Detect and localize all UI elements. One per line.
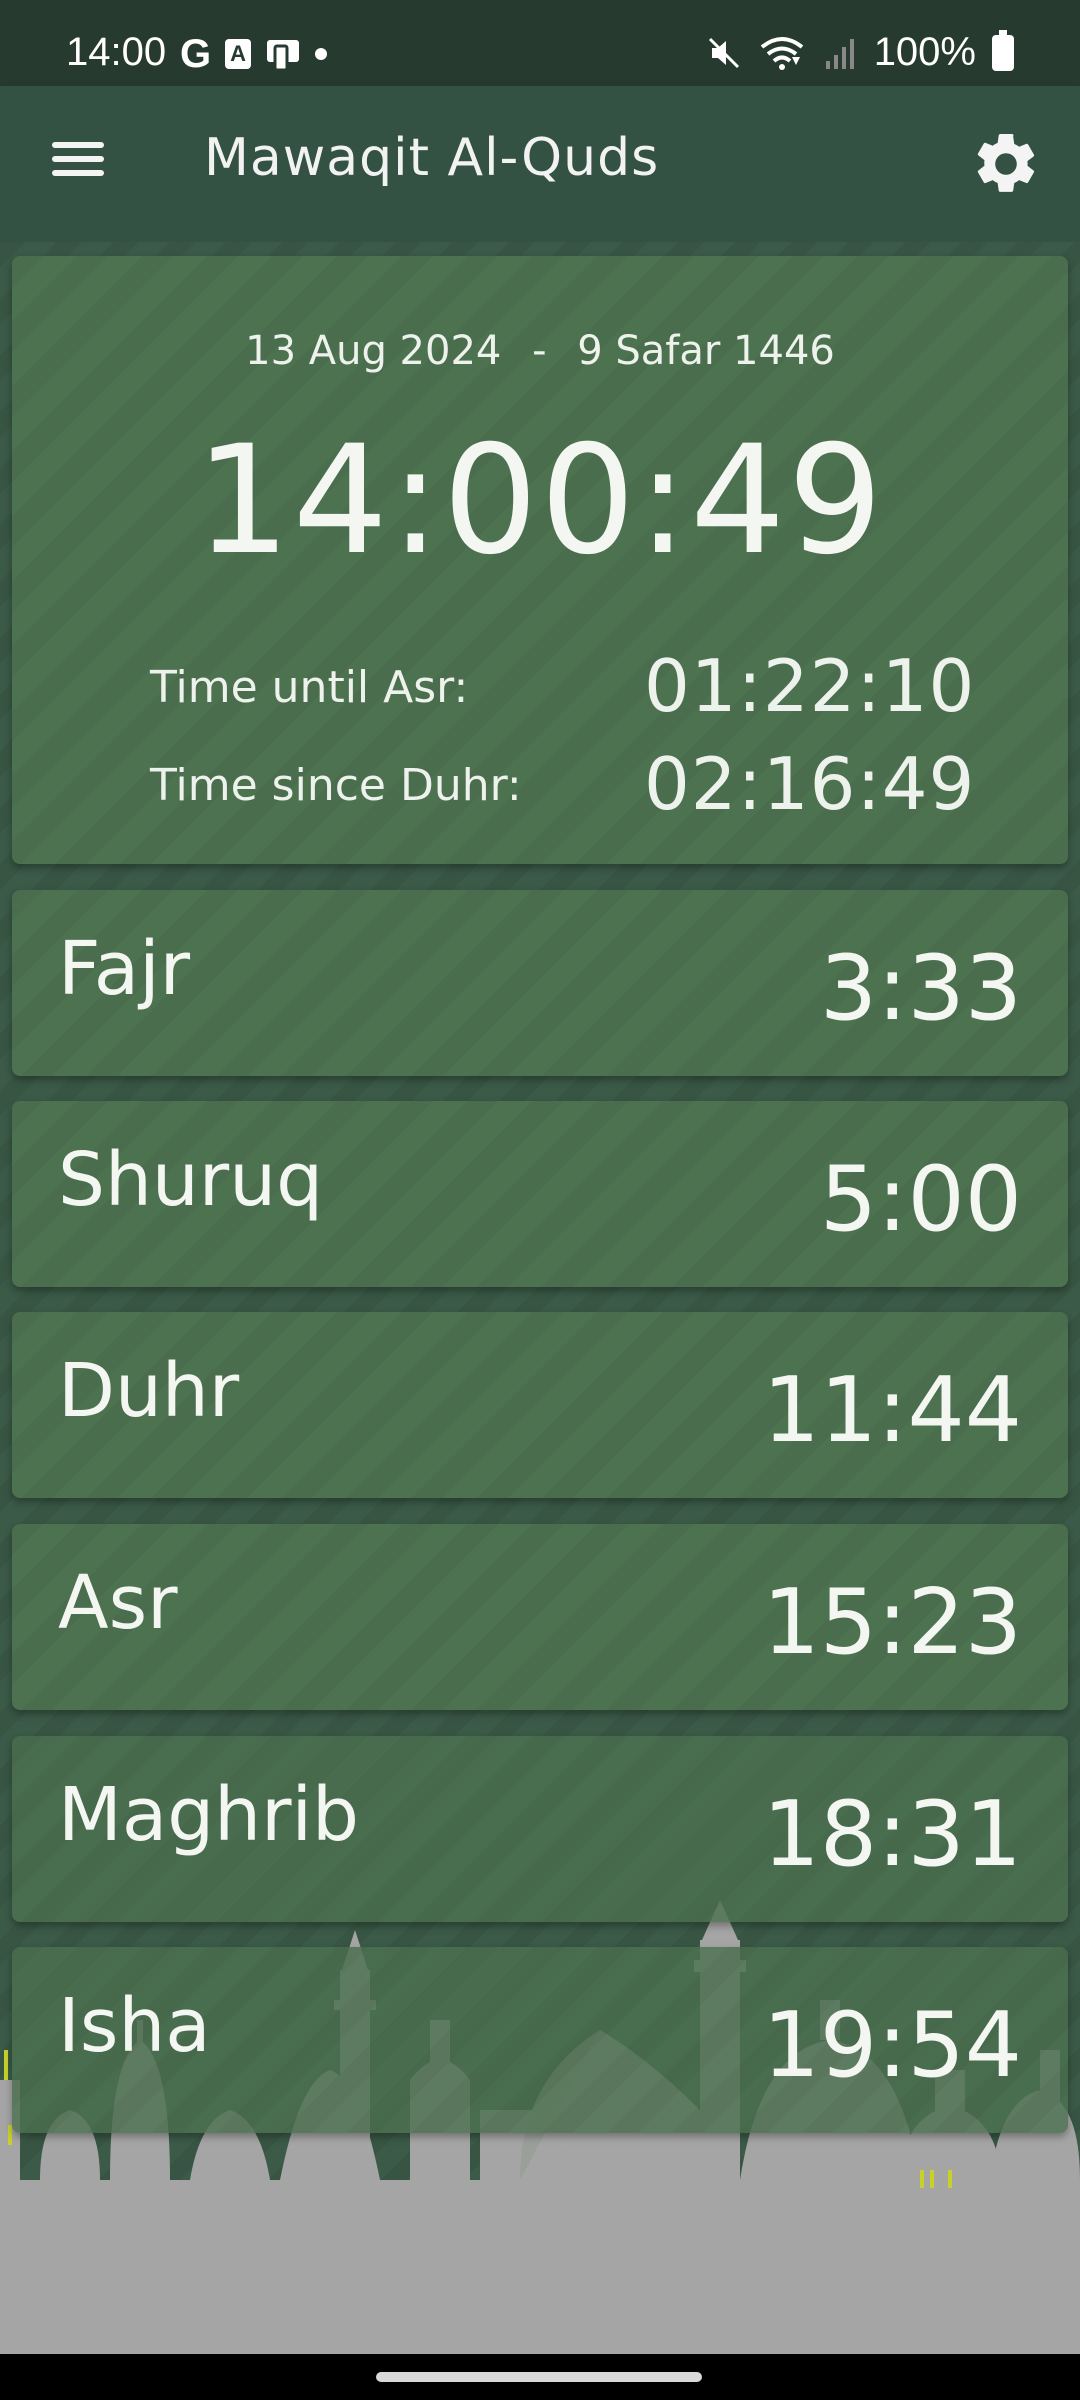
gear-icon[interactable] <box>970 128 1042 200</box>
battery-icon <box>992 29 1014 71</box>
prayer-time: 11:44 <box>762 1358 1022 1463</box>
prayer-time: 5:00 <box>819 1147 1022 1252</box>
status-bar: 14:00 G A 100% <box>0 0 1080 86</box>
navigation-bar <box>0 2354 1080 2400</box>
time-since-value: 02:16:49 <box>644 742 976 826</box>
home-indicator[interactable] <box>376 2372 702 2382</box>
hijri-date: 9 Safar 1446 <box>577 328 835 374</box>
time-until-row: Time until Asr: 01:22:10 <box>150 644 974 728</box>
date-line: 13 Aug 2024 - 9 Safar 1446 <box>12 328 1068 374</box>
prayer-row-fajr[interactable]: Fajr 3:33 <box>12 890 1068 1076</box>
dot-icon <box>315 48 328 60</box>
prayer-name: Shuruq <box>58 1137 324 1223</box>
date-separator: - <box>532 328 547 374</box>
time-since-label: Time since Duhr: <box>150 760 522 811</box>
prayer-time: 19:54 <box>762 1993 1022 2098</box>
prayer-name: Duhr <box>58 1348 240 1434</box>
prayer-row-isha[interactable]: Isha 19:54 <box>12 1947 1068 2133</box>
wifi-icon <box>760 36 803 70</box>
prayer-row-maghrib[interactable]: Maghrib 18:31 <box>12 1736 1068 1922</box>
hamburger-menu-icon[interactable] <box>48 134 108 194</box>
signal-icon <box>825 38 854 69</box>
prayer-name: Maghrib <box>58 1772 360 1858</box>
status-time: 14:00 <box>66 30 167 74</box>
current-time: 14:00:49 <box>195 414 885 588</box>
battery-percent: 100% <box>873 30 976 74</box>
app-title: Mawaqit Al-Quds <box>204 128 660 188</box>
prayer-name: Fajr <box>58 926 191 1012</box>
prayer-name: Asr <box>58 1560 178 1646</box>
gregorian-date: 13 Aug 2024 <box>245 328 502 374</box>
a-box-icon: A <box>225 39 252 69</box>
prayer-row-asr[interactable]: Asr 15:23 <box>12 1524 1068 1710</box>
mute-icon <box>708 37 739 68</box>
prayer-row-duhr[interactable]: Duhr 11:44 <box>12 1312 1068 1498</box>
status-right-icons: 100% <box>706 29 1014 75</box>
time-until-label: Time until Asr: <box>150 662 469 713</box>
prayer-time: 18:31 <box>762 1782 1022 1887</box>
time-until-value: 01:22:10 <box>644 644 976 728</box>
time-since-row: Time since Duhr: 02:16:49 <box>150 742 974 826</box>
status-left-icons: G A <box>180 32 328 76</box>
prayer-time: 3:33 <box>819 936 1022 1041</box>
app-bar: Mawaqit Al-Quds <box>0 86 1080 242</box>
prayer-time: 15:23 <box>762 1570 1022 1675</box>
clock-card: 13 Aug 2024 - 9 Safar 1446 14:00:49 Time… <box>12 256 1068 864</box>
google-icon: G <box>180 32 212 76</box>
device-icon <box>267 40 300 72</box>
prayer-row-shuruq[interactable]: Shuruq 5:00 <box>12 1101 1068 1287</box>
prayer-name: Isha <box>58 1983 211 2069</box>
